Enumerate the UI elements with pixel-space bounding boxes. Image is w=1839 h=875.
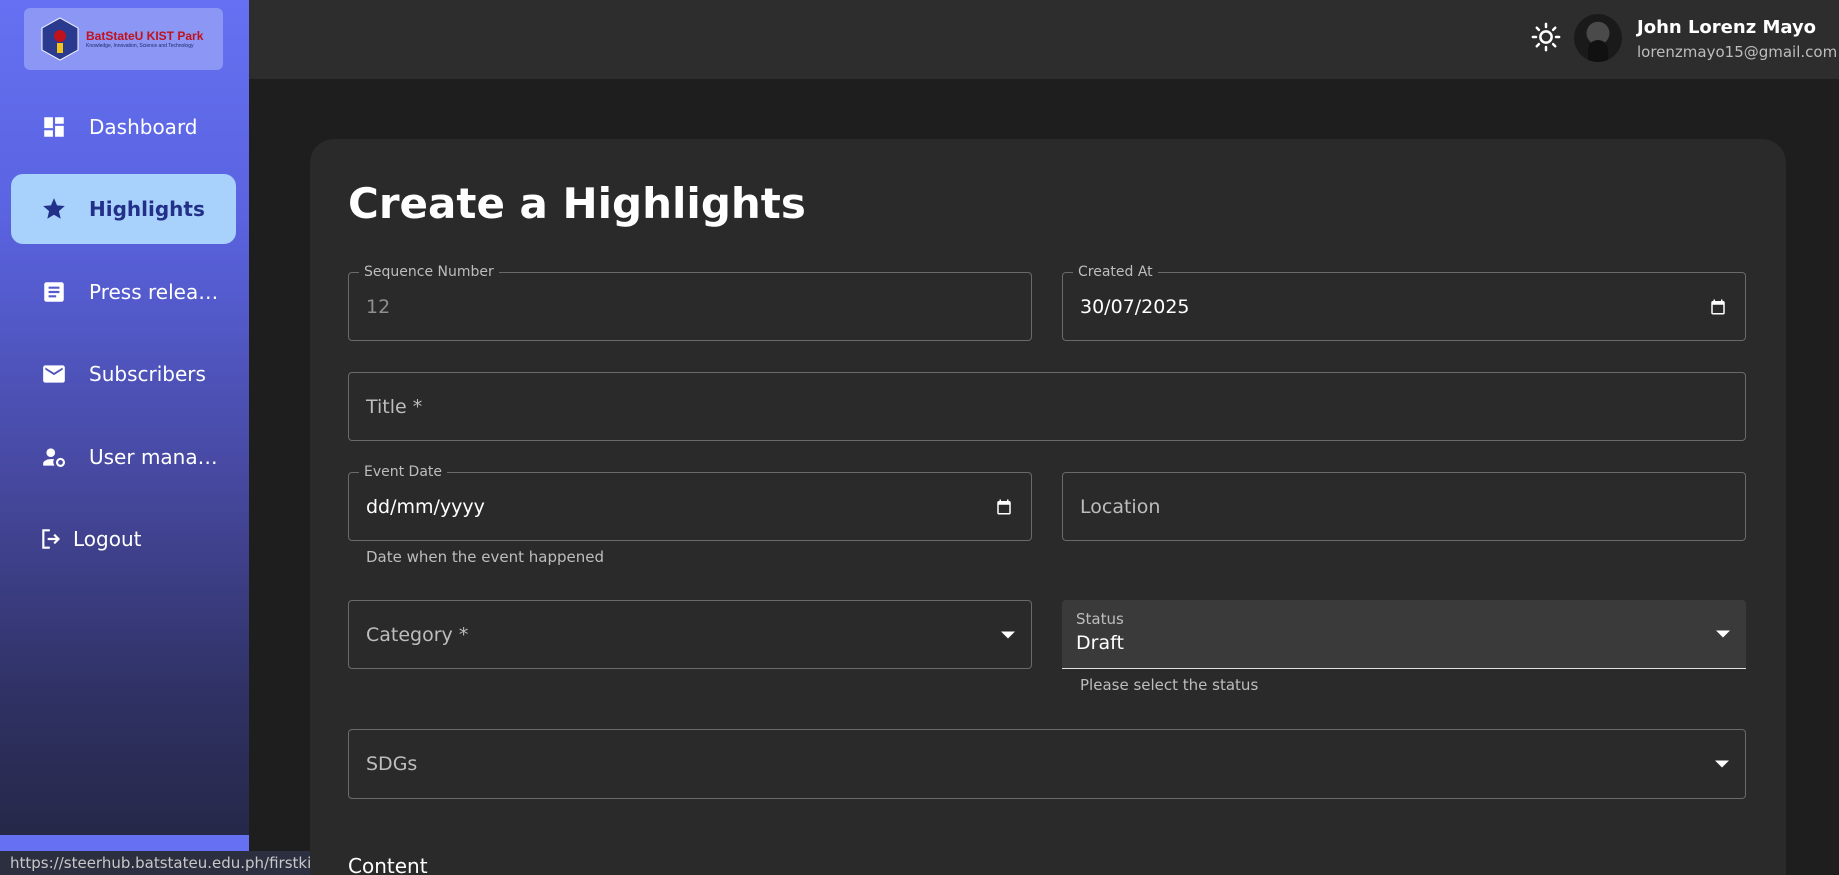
field-label: Event Date: [359, 464, 448, 480]
sidebar-item-label: Dashboard: [89, 115, 198, 139]
article-icon: [44, 282, 64, 302]
form-card: Create a Highlights Sequence Number 12 C…: [310, 139, 1786, 875]
sidebar: BatStateU KIST Park Knowledge, Innovatio…: [0, 0, 249, 875]
location-field[interactable]: Location: [1062, 472, 1746, 541]
sequence-number-field[interactable]: Sequence Number 12: [348, 264, 1032, 341]
sidebar-item-highlights[interactable]: Highlights: [11, 174, 236, 244]
sidebar-item-logout[interactable]: Logout: [11, 504, 236, 574]
status-helper: Please select the status: [1080, 676, 1259, 694]
sidebar-item-user-management[interactable]: User manag...: [11, 422, 236, 492]
sequence-number-value: 12: [366, 295, 391, 318]
calendar-icon[interactable]: [1709, 298, 1727, 316]
user-name: John Lorenz Mayo: [1637, 17, 1817, 38]
user-settings-icon: [43, 448, 66, 467]
logo-tagline: Knowledge, Innovation, Science and Techn…: [86, 43, 194, 49]
sidebar-item-label: Subscribers: [89, 362, 206, 386]
location-placeholder: Location: [1080, 495, 1161, 518]
title-field[interactable]: Title *: [348, 372, 1746, 441]
chevron-down-icon[interactable]: [1001, 631, 1015, 638]
status-select[interactable]: Status Draft: [1062, 600, 1746, 669]
logo-hexagon-icon: [41, 17, 79, 61]
status-value: Draft: [1076, 632, 1124, 654]
logo-title: BatStateU KIST Park: [86, 29, 204, 43]
sdgs-placeholder: SDGs: [366, 753, 418, 775]
field-label: Created At: [1073, 264, 1158, 280]
app-root: BatStateU KIST Park Knowledge, Innovatio…: [0, 0, 1839, 875]
event-date-value: dd/mm/yyyy: [366, 495, 485, 518]
user-email: lorenzmayo15@gmail.com: [1637, 43, 1838, 61]
sdgs-select[interactable]: SDGs: [348, 729, 1746, 799]
chevron-down-icon[interactable]: [1716, 630, 1730, 638]
event-date-field[interactable]: Event Date dd/mm/yyyy: [348, 464, 1032, 541]
sidebar-item-press-releases[interactable]: Press releas...: [11, 257, 236, 327]
content-section-label: Content: [348, 854, 428, 875]
logo-text: BatStateU KIST Park Knowledge, Innovatio…: [86, 29, 203, 49]
created-at-value: 30/07/2025: [1080, 295, 1190, 318]
logout-icon: [42, 529, 61, 549]
field-label: Status: [1076, 610, 1124, 628]
top-bar: John Lorenz Mayo lorenzmayo15@gmail.com: [249, 0, 1839, 79]
brand-logo[interactable]: BatStateU KIST Park Knowledge, Innovatio…: [24, 8, 223, 70]
mail-icon: [43, 365, 65, 383]
category-placeholder: Category *: [366, 623, 469, 646]
avatar[interactable]: [1574, 14, 1622, 62]
field-label: Sequence Number: [359, 264, 499, 280]
sidebar-item-label: User manag...: [89, 445, 219, 469]
dashboard-icon: [44, 117, 64, 137]
sun-icon[interactable]: [1531, 22, 1561, 52]
calendar-icon[interactable]: [995, 498, 1013, 516]
sidebar-item-label: Highlights: [89, 197, 205, 221]
sidebar-item-label: Logout: [73, 527, 142, 551]
sidebar-item-dashboard[interactable]: Dashboard: [11, 92, 236, 162]
sidebar-item-label: Press releas...: [89, 280, 219, 304]
chevron-down-icon[interactable]: [1715, 760, 1729, 768]
page-title: Create a Highlights: [348, 179, 806, 228]
title-placeholder: Title *: [366, 395, 423, 418]
star-icon: [43, 198, 65, 219]
category-select[interactable]: Category *: [348, 600, 1032, 669]
event-date-helper: Date when the event happened: [366, 548, 605, 566]
sidebar-item-subscribers[interactable]: Subscribers: [11, 339, 236, 409]
created-at-field[interactable]: Created At 30/07/2025: [1062, 264, 1746, 341]
